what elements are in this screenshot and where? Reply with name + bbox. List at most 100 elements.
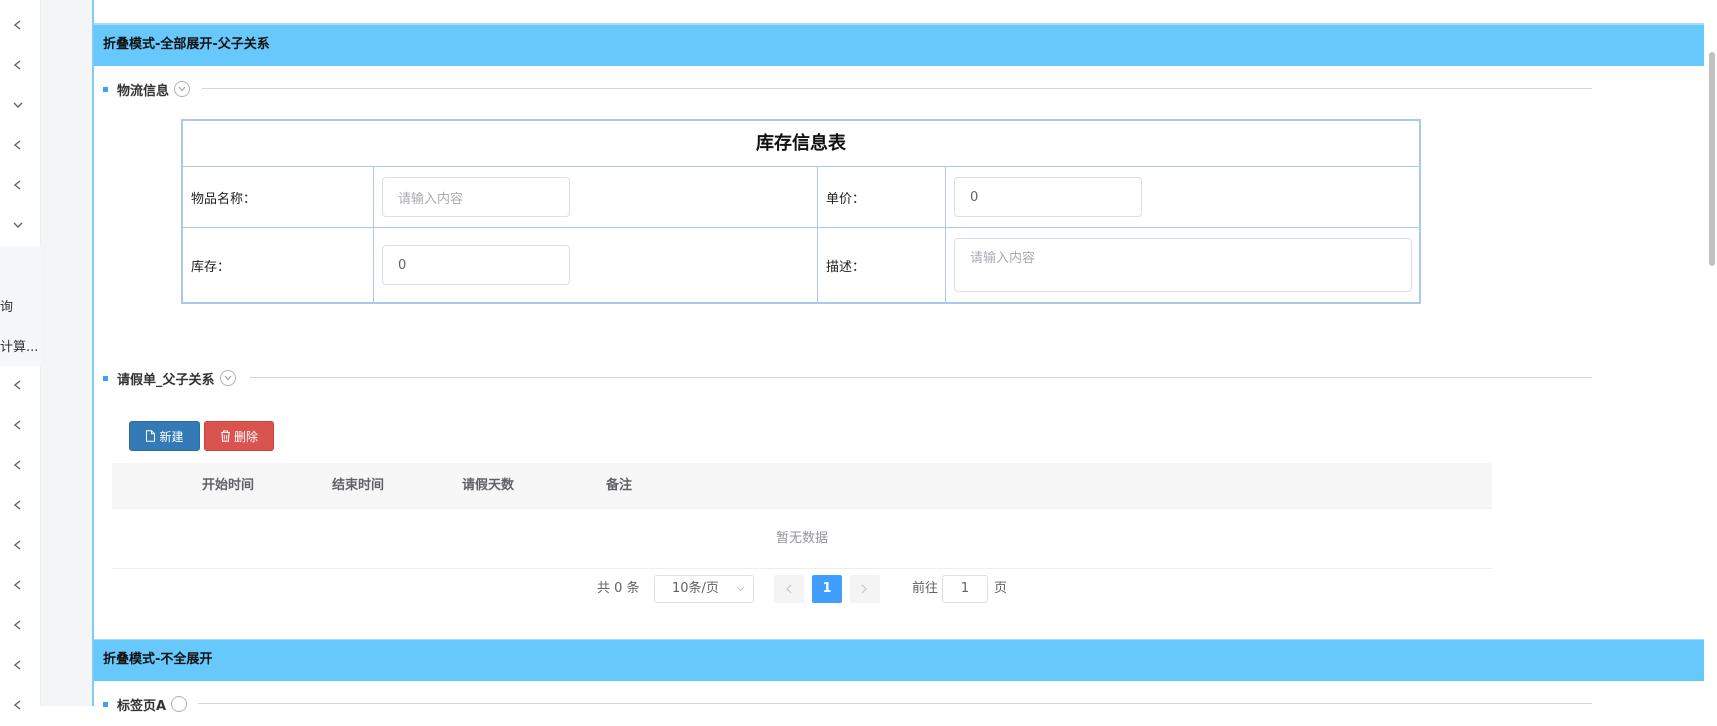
section-divider [250,377,1592,378]
trash-icon [220,430,230,442]
column-header[interactable]: 请假天数 [462,463,514,509]
next-page-button[interactable] [850,575,880,603]
section-tab-a: 标签页A [103,694,188,714]
form-label-cell: 描述： [818,228,946,302]
panel-header-partial-expand[interactable]: 折叠模式-不全展开 [94,639,1706,681]
chevron-left-icon [12,659,24,671]
form-row: 物品名称： 请输入内容 单价： 0 [183,167,1419,228]
page-unit-label: 页 [994,581,1008,596]
section-bullet [103,86,108,92]
panel-header-full-expand[interactable]: 折叠模式-全部展开-父子关系 [94,24,1706,66]
sidebar-item[interactable] [0,446,41,486]
sidebar-item[interactable] [0,566,41,606]
chevron-left-icon [12,579,24,591]
sidebar-item[interactable] [0,6,41,46]
section-title: 标签页A [117,698,167,714]
scrollbar-thumb[interactable] [1709,52,1715,266]
item-name-label: 物品名称： [191,191,257,207]
chevron-left-icon [12,539,24,551]
table-header: 开始时间 结束时间 请假天数 备注 [112,463,1492,509]
panel-title: 折叠模式-不全展开 [103,652,213,667]
sidebar-item[interactable] [0,206,41,246]
chevron-down-icon [12,219,24,231]
sidebar-item[interactable] [0,126,41,166]
column-header[interactable]: 备注 [606,463,632,509]
section-divider [202,88,1592,89]
pagination: 共 0 条 10条/页 1 前往 1 页 [94,575,1706,603]
stock-input[interactable]: 0 [382,245,570,285]
collapse-toggle-icon[interactable] [219,370,236,386]
chevron-left-icon [12,459,24,471]
description-label: 描述： [826,259,866,275]
section-bullet [103,375,108,381]
chevron-left-icon [12,699,24,711]
inventory-form-table: 库存信息表 物品名称： 请输入内容 单价： 0 库存： 0 描述： 请输入内容 [181,119,1421,304]
sidebar-item[interactable] [0,166,41,206]
section-title: 请假单_父子关系 [117,372,215,388]
column-header[interactable]: 开始时间 [202,463,254,509]
section-title: 物流信息 [117,83,170,99]
sidebar-item[interactable] [0,366,41,406]
stock-label: 库存： [191,259,231,275]
chevron-left-icon [12,179,24,191]
sidebar-item[interactable] [0,606,41,646]
file-icon [146,430,156,442]
sidebar-item[interactable] [0,686,41,726]
item-name-input[interactable]: 请输入内容 [382,177,570,217]
form-label-cell: 物品名称： [183,167,374,227]
form-row: 库存： 0 描述： 请输入内容 [183,228,1419,302]
chevron-left-icon [12,59,24,71]
description-textarea[interactable]: 请输入内容 [954,238,1412,292]
delete-button-label: 删除 [233,429,258,444]
chevron-left-icon [12,419,24,431]
sidebar: 询计算... [0,0,41,710]
form-input-cell: 请输入内容 [946,228,1419,302]
column-header[interactable]: 结束时间 [332,463,384,509]
prev-page-button[interactable] [774,575,804,603]
chevron-down-icon [736,586,745,592]
chevron-left-icon [12,619,24,631]
page-size-select[interactable]: 10条/页 [654,575,754,603]
current-page[interactable]: 1 [812,575,842,603]
chevron-down-icon [12,99,24,111]
form-input-cell: 0 [946,167,1419,227]
vertical-scrollbar[interactable] [1704,0,1717,706]
delete-button[interactable]: 删除 [204,421,274,451]
sidebar-item[interactable] [0,486,41,526]
sidebar-item[interactable] [0,646,41,686]
chevron-left-icon [12,379,24,391]
form-input-cell: 请输入内容 [374,167,818,227]
main-content: 折叠模式-全部展开-父子关系 物流信息 库存信息表 物品名称： 请输入内容 单价… [92,0,1706,714]
layout-gutter [41,0,92,706]
empty-state: 暂无数据 [112,509,1492,569]
leave-table: 开始时间 结束时间 请假天数 备注 暂无数据 [112,463,1492,569]
form-input-cell: 0 [374,228,818,302]
collapse-toggle-icon[interactable] [171,696,188,712]
form-label-cell: 库存： [183,228,374,302]
form-table-title: 库存信息表 [183,121,1419,167]
sidebar-item[interactable] [0,46,41,86]
new-button[interactable]: 新建 [129,421,200,451]
previous-panel-bottom [94,0,1706,24]
chevron-left-icon [12,499,24,511]
section-divider [198,703,1592,704]
collapse-toggle-icon[interactable] [174,81,191,97]
sidebar-item[interactable] [0,406,41,446]
sidebar-item[interactable] [0,526,41,566]
sidebar-item[interactable] [0,86,41,126]
goto-page-input[interactable]: 1 [942,575,988,603]
new-button-label: 新建 [159,429,184,444]
sidebar-subitem-label[interactable]: 询 [0,296,13,315]
chevron-right-icon [861,584,867,594]
price-label: 单价： [826,191,866,207]
chevron-left-icon [786,584,792,594]
sidebar-subitem-label[interactable]: 计算... [0,336,38,355]
section-logistics: 物流信息 [103,79,191,99]
goto-label: 前往 [912,581,939,596]
chevron-left-icon [12,19,24,31]
chevron-left-icon [12,139,24,151]
price-input[interactable]: 0 [954,177,1142,217]
page-size-value: 10条/页 [672,581,719,596]
panel-title: 折叠模式-全部展开-父子关系 [103,37,270,52]
form-label-cell: 单价： [818,167,946,227]
